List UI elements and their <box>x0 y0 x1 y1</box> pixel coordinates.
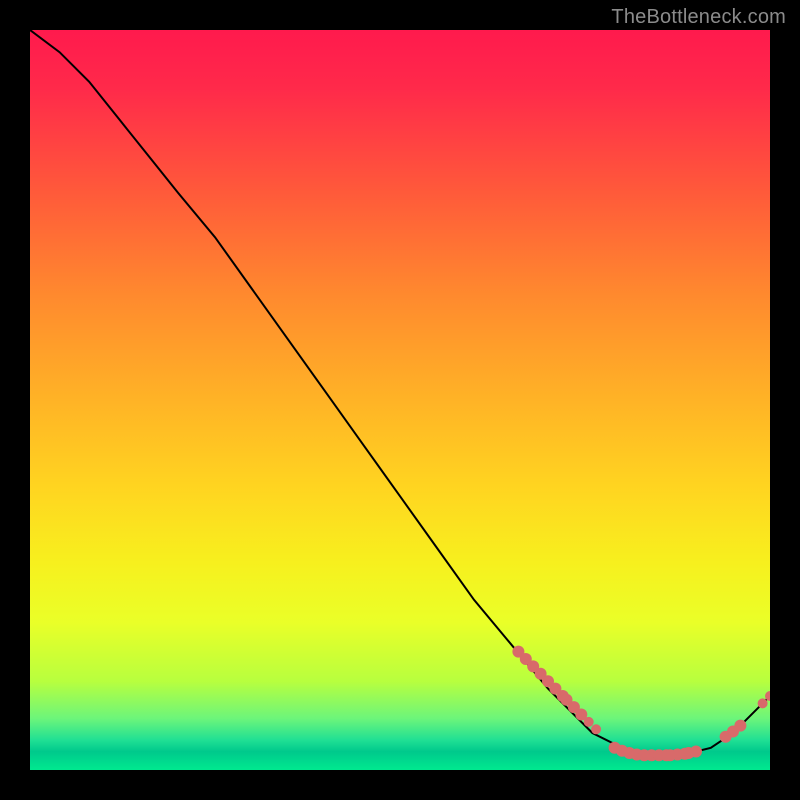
curve-line <box>30 30 770 755</box>
marker-dot <box>734 720 746 732</box>
marker-dot <box>584 717 594 727</box>
watermark-text: TheBottleneck.com <box>611 6 786 29</box>
markers-group <box>512 646 770 762</box>
marker-dot <box>758 698 768 708</box>
plot-area <box>30 30 770 770</box>
chart-frame: TheBottleneck.com <box>0 0 800 800</box>
marker-dot <box>591 724 601 734</box>
chart-svg <box>30 30 770 770</box>
marker-dot <box>690 746 702 758</box>
